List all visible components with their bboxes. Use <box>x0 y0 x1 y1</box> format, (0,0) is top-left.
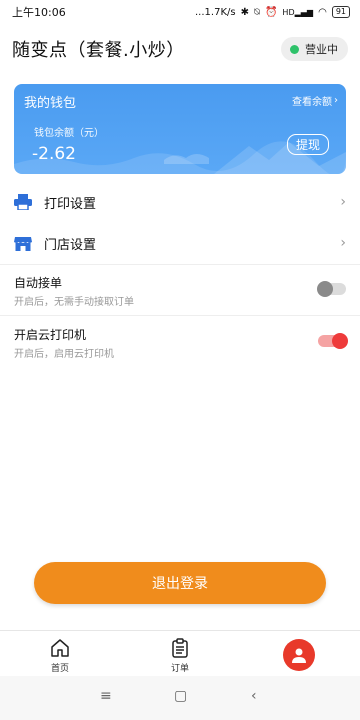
balance-label: 钱包余额（元） <box>34 128 104 139</box>
cellular-icon: HD▂▄▆ <box>282 7 314 17</box>
tab-home[interactable]: 首页 <box>30 637 90 674</box>
tab-home-label: 首页 <box>50 664 69 674</box>
cloud-printer-row: 开启云打印机 开启后，启用云打印机 <box>0 318 360 366</box>
toggle-knob <box>332 333 348 349</box>
battery-icon: 91 <box>331 6 350 18</box>
business-status-label: 营业中 <box>305 43 338 56</box>
cloud-printer-title: 开启云打印机 <box>14 328 87 342</box>
bottom-tab-bar: 首页 订单 <box>0 630 360 676</box>
logout-button[interactable]: 退出登录 <box>34 562 326 604</box>
bluetooth-icon: ✱ <box>240 6 249 18</box>
page-header: 随变点（套餐.小炒） 营业中 <box>12 36 348 62</box>
business-status-badge[interactable]: 营业中 <box>281 37 348 61</box>
auto-accept-subtitle: 开启后，无需手动接取订单 <box>14 297 134 308</box>
chevron-right-icon: › <box>334 95 338 106</box>
store-settings-row[interactable]: 门店设置 › <box>0 223 360 263</box>
network-speed: ...1.7K/s <box>195 6 236 18</box>
status-dot <box>290 44 299 54</box>
auto-accept-toggle[interactable] <box>317 281 346 297</box>
print-settings-row[interactable]: 打印设置 › <box>0 182 360 222</box>
system-nav-bar: ≡ ▢ ‹ <box>0 676 360 720</box>
alarm-icon: ⏰ <box>264 6 278 18</box>
wallet-title: 我的钱包 <box>24 96 77 111</box>
print-settings-label: 打印设置 <box>44 196 97 212</box>
tab-orders[interactable]: 订单 <box>150 637 210 674</box>
user-icon <box>292 648 306 663</box>
status-indicators: ...1.7K/s ✱ ⍉ ⏰ HD▂▄▆ ◠ 91 <box>195 6 350 18</box>
divider <box>0 315 360 316</box>
mute-icon: ⍉ <box>253 6 260 18</box>
cloud-printer-toggle[interactable] <box>318 333 348 349</box>
view-balance-label: 查看余额 <box>292 97 332 108</box>
back-icon[interactable]: ‹ <box>251 688 257 704</box>
view-balance-link[interactable]: 查看余额 › <box>292 93 338 108</box>
home-icon <box>50 637 70 659</box>
status-bar: 上午10:06 ...1.7K/s ✱ ⍉ ⏰ HD▂▄▆ ◠ 91 <box>0 0 360 24</box>
chevron-right-icon: › <box>340 194 346 210</box>
balance-value: -2.62 <box>32 144 76 164</box>
auto-accept-title: 自动接单 <box>14 276 63 290</box>
store-settings-label: 门店设置 <box>44 237 97 253</box>
divider <box>0 264 360 265</box>
withdraw-button[interactable]: 提现 <box>286 134 329 155</box>
wallet-card: 我的钱包 查看余额 › 钱包余额（元） -2.62 提现 <box>14 84 346 174</box>
status-time: 上午10:06 <box>12 6 66 19</box>
printer-icon <box>14 193 32 211</box>
tab-orders-label: 订单 <box>170 664 189 674</box>
orders-icon <box>171 637 189 659</box>
cloud-printer-subtitle: 开启后，启用云打印机 <box>14 349 114 360</box>
wifi-icon: ◠ <box>318 6 327 18</box>
store-icon <box>14 234 32 252</box>
home-square-icon[interactable]: ▢ <box>174 688 187 704</box>
store-name: 随变点（套餐.小炒） <box>12 40 185 61</box>
chevron-right-icon: › <box>340 235 346 251</box>
profile-avatar[interactable] <box>283 639 315 671</box>
menu-icon[interactable]: ≡ <box>100 688 112 704</box>
auto-accept-row: 自动接单 开启后，无需手动接取订单 <box>0 266 360 314</box>
toggle-knob <box>317 281 333 297</box>
